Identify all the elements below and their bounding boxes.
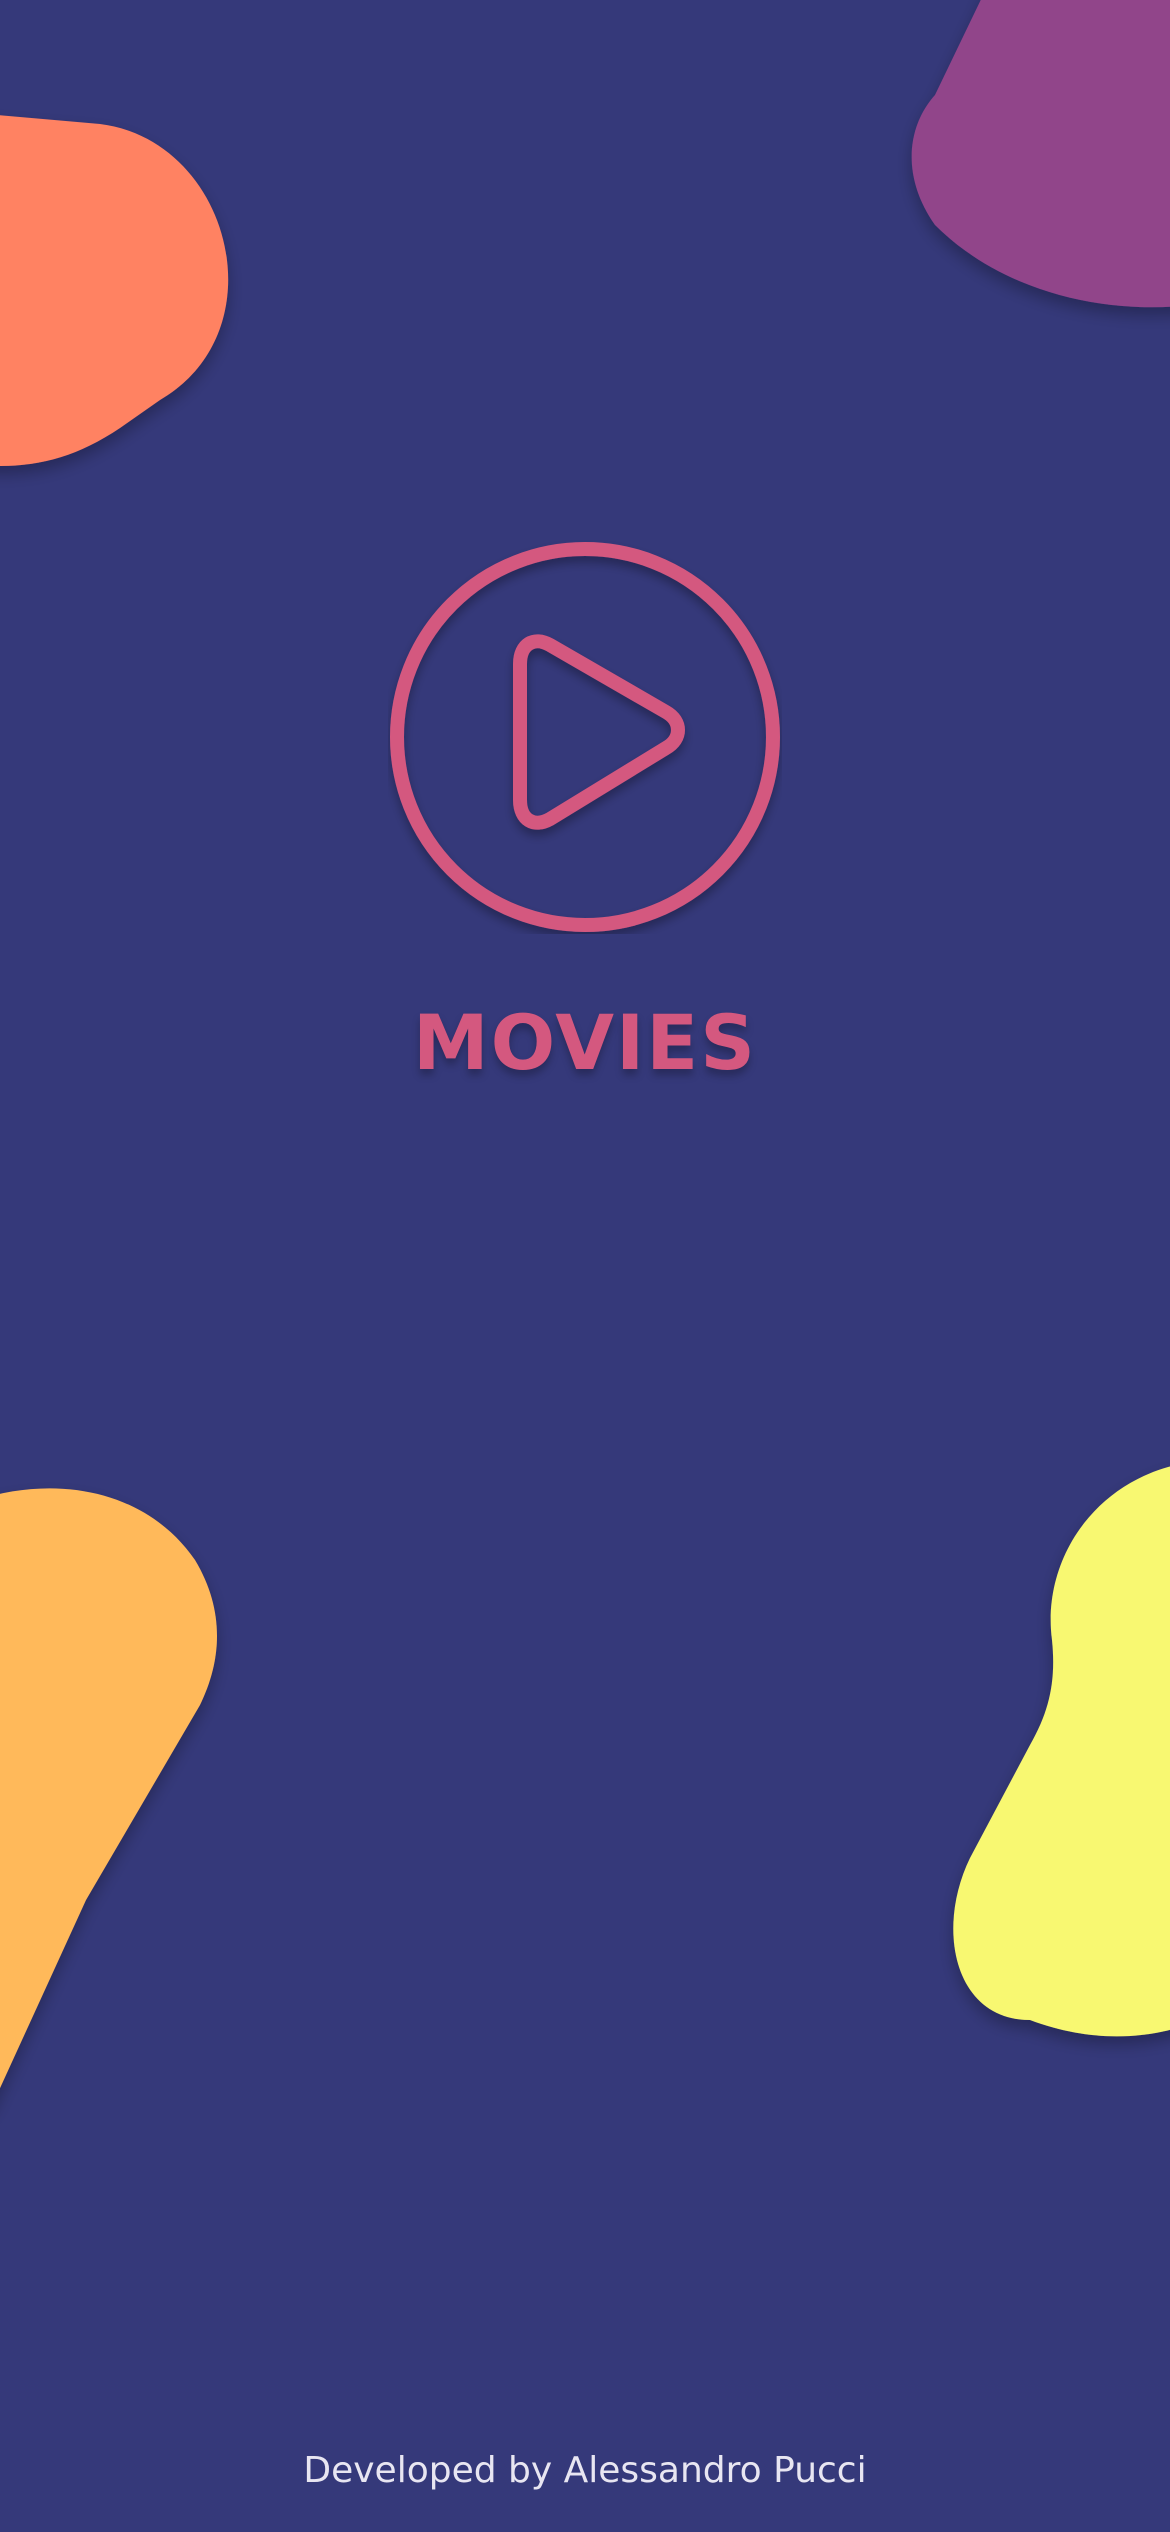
app-title: MOVIES [413,998,757,1087]
amber-blob [0,1488,217,2089]
splash-screen: MOVIES Developed by Alessandro Pucci [0,0,1170,2532]
developer-credit: Developed by Alessandro Pucci [303,2450,867,2491]
play-circle-ring [390,542,780,932]
coral-blob [0,115,229,466]
play-circle-icon [390,542,780,932]
decorative-blobs [0,0,1170,2089]
yellow-blob [953,1466,1170,2037]
purple-blob [911,0,1170,308]
play-triangle [513,634,685,830]
